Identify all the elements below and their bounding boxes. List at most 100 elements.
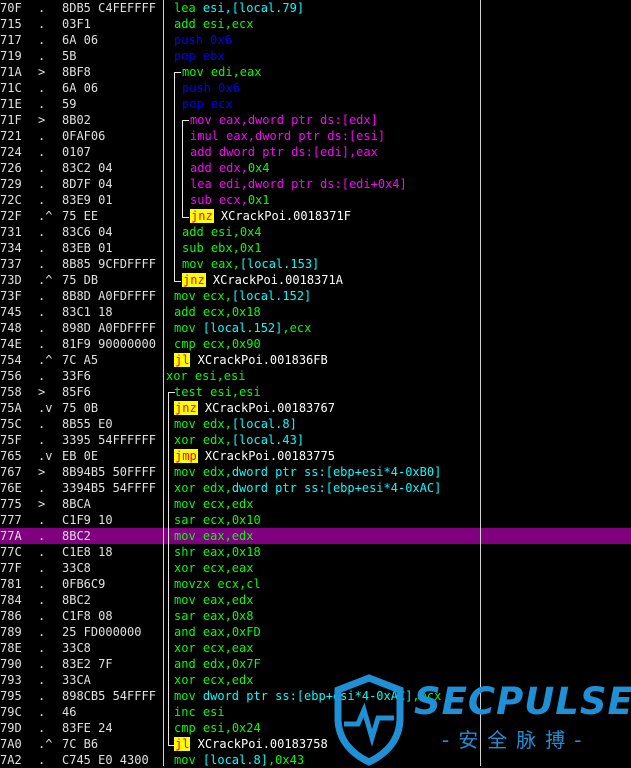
row-marker: . — [38, 577, 46, 591]
branch-line — [182, 120, 183, 218]
row-address: 76E — [0, 481, 22, 495]
row-marker: .^ — [38, 273, 53, 287]
disasm-row[interactable]: 737. 8B85 9CFDFFFF mov eax,[local.153] — [0, 256, 631, 272]
row-address: 78E — [0, 641, 22, 655]
disasm-row[interactable]: 781. 0FB6C9 movzx ecx,cl — [0, 576, 631, 592]
row-instruction: push 0x6 — [174, 33, 232, 47]
column-separator — [480, 0, 481, 766]
disasm-row[interactable]: 731. 83C6 04 add esi,0x4 — [0, 224, 631, 240]
row-instruction: mov edx,[local.8] — [174, 417, 297, 431]
disasm-row[interactable]: 765 .v EB 0E jmp XCrackPoi.00183775 — [0, 448, 631, 464]
row-address: 745 — [0, 305, 22, 319]
disasm-row[interactable]: 789. 25 FD000000 and eax,0xFD — [0, 624, 631, 640]
disasm-row[interactable]: 775 >8BCA mov ecx,edx — [0, 496, 631, 512]
disasm-row[interactable]: 745. 83C1 18 add ecx,0x18 — [0, 304, 631, 320]
row-hex: 85F6 — [62, 385, 91, 399]
disasm-row[interactable]: 77C. C1E8 18 shr eax,0x18 — [0, 544, 631, 560]
disasm-row[interactable]: 748. 898D A0FDFFFF mov [local.152],ecx — [0, 320, 631, 336]
row-marker: . — [38, 369, 46, 383]
disasm-row[interactable]: 70F. 8DB5 C4FEFFFF lea esi,[local.79] — [0, 0, 631, 16]
disasm-row[interactable]: 71E. 59 pop ecx — [0, 96, 631, 112]
disasm-row[interactable]: 73F. 8B8D A0FDFFFF mov ecx,[local.152] — [0, 288, 631, 304]
disasm-row[interactable]: 75F. 3395 54FFFFFF xor edx,[local.43] — [0, 432, 631, 448]
disasm-row[interactable]: 721. 0FAF06 imul eax,dword ptr ds:[esi] — [0, 128, 631, 144]
row-instruction: cmp esi,0x24 — [174, 721, 261, 735]
row-marker: .^ — [38, 209, 53, 223]
row-marker: . — [38, 657, 46, 671]
disasm-row[interactable]: 73D .^ 75 DB jnz XCrackPoi.0018371A — [0, 272, 631, 288]
row-hex: 75 DB — [62, 273, 99, 287]
row-marker: . — [38, 49, 46, 63]
disasm-row[interactable]: 719. 5B pop ebx — [0, 48, 631, 64]
row-hex: C1E8 18 — [62, 545, 113, 559]
row-marker: . — [38, 33, 46, 47]
disasm-row[interactable]: 72F .^ 75 EE jnz XCrackPoi.0018371F — [0, 208, 631, 224]
row-instruction: mov eax,edx — [174, 593, 254, 607]
disasm-row[interactable]: 74E. 81F9 90000000 cmp ecx,0x90 — [0, 336, 631, 352]
branch-line — [182, 217, 189, 218]
disasm-row[interactable]: 71F >8B02 mov eax,dword ptr ds:[edx] — [0, 112, 631, 128]
row-address: 75C — [0, 417, 22, 431]
row-hex: 33C8 — [62, 561, 91, 575]
row-marker: . — [38, 177, 46, 191]
column-separator — [163, 0, 164, 766]
disasm-row[interactable]: 72C. 83E9 01 sub ecx,0x1 — [0, 192, 631, 208]
row-hex: 83E2 7F — [62, 657, 113, 671]
disasm-row[interactable]: 754 .^ 7C A5 jl XCrackPoi.001836FB — [0, 352, 631, 368]
disasm-row[interactable]: 758 >85F6 test esi,esi — [0, 384, 631, 400]
disasm-row[interactable]: 717. 6A 06 push 0x6 — [0, 32, 631, 48]
row-address: 731 — [0, 225, 22, 239]
row-address: 777 — [0, 513, 22, 527]
disasm-row[interactable]: 724. 0107 add dword ptr ds:[edi],eax — [0, 144, 631, 160]
row-marker: . — [38, 81, 46, 95]
row-address: 73F — [0, 289, 22, 303]
row-address: 719 — [0, 49, 22, 63]
row-instruction: shr eax,0x18 — [174, 545, 261, 559]
disasm-row[interactable]: 756. 33F6 xor esi,esi — [0, 368, 631, 384]
row-address: 790 — [0, 657, 22, 671]
disasm-row[interactable]: 75A .v 75 0B jnz XCrackPoi.00183767 — [0, 400, 631, 416]
disasm-row[interactable]: 726. 83C2 04 add edx,0x4 — [0, 160, 631, 176]
row-marker: . — [38, 609, 46, 623]
disasm-row[interactable]: 784. 8BC2 mov eax,edx — [0, 592, 631, 608]
row-instruction: jl XCrackPoi.00183758 — [174, 737, 328, 751]
row-hex: 3394B5 54FFFF — [62, 481, 156, 495]
shield-icon — [334, 674, 404, 766]
row-address: 748 — [0, 321, 22, 335]
logo-name: SECPULSE — [414, 680, 631, 723]
row-hex: 83EB 01 — [62, 241, 113, 255]
disasm-row[interactable]: 77A. 8BC2 mov eax,edx — [0, 528, 631, 544]
disasm-row[interactable]: 71A >8BF8 mov edi,eax — [0, 64, 631, 80]
row-instruction: sub ebx,0x1 — [182, 241, 262, 255]
disasm-row[interactable]: 734. 83EB 01 sub ebx,0x1 — [0, 240, 631, 256]
row-marker: . — [38, 225, 46, 239]
row-hex: 03F1 — [62, 17, 91, 31]
disasm-row[interactable]: 790. 83E2 7F and edx,0x7F — [0, 656, 631, 672]
row-address: 70F — [0, 1, 22, 15]
row-address: 754 — [0, 353, 22, 367]
row-instruction: add dword ptr ds:[edi],eax — [190, 145, 378, 159]
row-hex: 33F6 — [62, 369, 91, 383]
disasm-row[interactable]: 729. 8D7F 04 lea edi,dword ptr ds:[edi+0x4… — [0, 176, 631, 192]
disasm-row[interactable]: 75C. 8B55 E0 mov edx,[local.8] — [0, 416, 631, 432]
disasm-row[interactable]: 71C. 6A 06 push 0x6 — [0, 80, 631, 96]
row-marker: > — [38, 497, 46, 511]
row-address: 717 — [0, 33, 22, 47]
disasm-row[interactable]: 76E. 3394B5 54FFFF xor edx,dword ptr ss:[e… — [0, 480, 631, 496]
row-address: 75F — [0, 433, 22, 447]
row-hex: 8DB5 C4FEFFFF — [62, 1, 156, 15]
disasm-row[interactable]: 777. C1F9 10 sar ecx,0x10 — [0, 512, 631, 528]
row-address: 786 — [0, 609, 22, 623]
row-marker: . — [38, 241, 46, 255]
row-instruction: test esi,esi — [174, 385, 261, 399]
row-instruction: mov ecx,edx — [174, 497, 254, 511]
disasm-row[interactable]: 715. 03F1 add esi,ecx — [0, 16, 631, 32]
row-address: 77A — [0, 529, 22, 543]
disasm-row[interactable]: 77F. 33C8 xor ecx,eax — [0, 560, 631, 576]
row-hex: 0FB6C9 — [62, 577, 106, 591]
disasm-row[interactable]: 78E. 33C8 xor ecx,eax — [0, 640, 631, 656]
disasm-row[interactable]: 767 >8B94B5 50FFFF mov edx,dword ptr ss:[e… — [0, 464, 631, 480]
row-hex: EB 0E — [62, 449, 99, 463]
row-hex: 8BCA — [62, 497, 91, 511]
disasm-row[interactable]: 786. C1F8 08 sar eax,0x8 — [0, 608, 631, 624]
